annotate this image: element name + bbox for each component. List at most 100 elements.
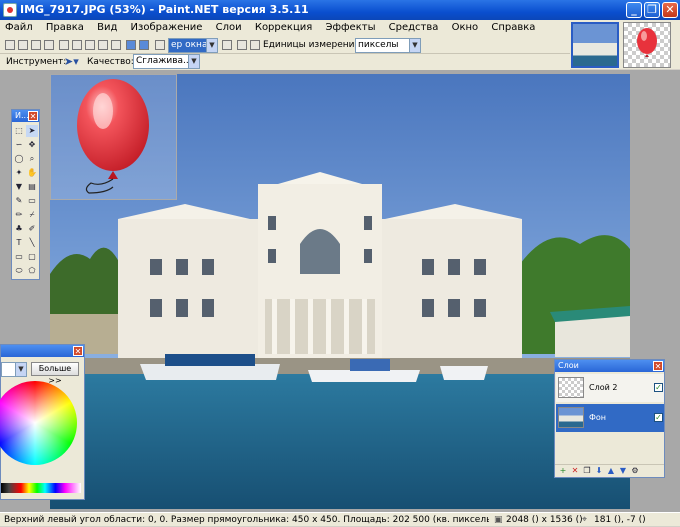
cut-icon[interactable] — [59, 40, 69, 50]
menu-effects[interactable]: Эффекты — [320, 20, 380, 33]
rect-select-icon[interactable]: ⬚ — [13, 125, 25, 137]
status-text: Верхний левый угол области: 0, 0. Размер… — [4, 515, 489, 525]
status-bar: Верхний левый угол области: 0, 0. Размер… — [0, 512, 680, 526]
menu-file[interactable]: Файл — [0, 20, 38, 33]
move-icon[interactable]: ✥ — [26, 139, 38, 151]
thumbnail-photo[interactable] — [571, 22, 619, 68]
close-icon[interactable]: ✕ — [73, 346, 83, 356]
menu-image[interactable]: Изображение — [126, 20, 208, 33]
menu-adjustments[interactable]: Коррекция — [250, 20, 317, 33]
units-label: Единицы измерения: — [263, 40, 363, 50]
layers-panel: Слои ✕ Слой 2 ✓ Фон ✓ + ✕ ❐ ⬇ ▲ ▼ ⚙ — [554, 359, 665, 478]
restore-button[interactable]: ❐ — [644, 2, 660, 18]
units-combo[interactable]: пикселы ▼ — [355, 38, 421, 53]
cursor-tool-icon[interactable]: ➤▾ — [64, 55, 79, 68]
colors-panel-header[interactable]: ✕ — [1, 345, 84, 357]
chevron-down-icon[interactable]: ▼ — [206, 39, 217, 52]
merge-down-icon[interactable]: ⬇ — [593, 465, 605, 477]
copy-icon[interactable] — [72, 40, 82, 50]
chevron-down-icon[interactable]: ▼ — [409, 39, 420, 52]
zoom-in-icon[interactable] — [222, 40, 232, 50]
close-icon[interactable]: ✕ — [28, 111, 38, 121]
open-icon[interactable] — [18, 40, 28, 50]
crop-icon[interactable] — [98, 40, 108, 50]
main-toolbar: ер окна ▼ Единицы измерения: пикселы ▼ — [0, 37, 570, 54]
magic-wand-icon[interactable]: ✦ — [13, 167, 25, 179]
layer-visibility-checkbox[interactable]: ✓ — [654, 383, 663, 392]
gradient-icon[interactable]: ▤ — [26, 181, 38, 193]
menu-view[interactable]: Вид — [92, 20, 122, 33]
rulers-icon[interactable] — [250, 40, 260, 50]
palette-strip[interactable] — [1, 483, 81, 493]
quality-combo[interactable]: Сглажива... ▼ — [133, 54, 200, 69]
save-icon[interactable] — [31, 40, 41, 50]
clone-stamp-icon[interactable]: ♣ — [13, 223, 25, 235]
text-icon[interactable]: T — [13, 237, 25, 249]
tools-panel-header[interactable]: И... ✕ — [12, 110, 39, 122]
units-value: пикселы — [358, 40, 399, 50]
new-icon[interactable] — [5, 40, 15, 50]
layers-panel-title: Слои — [558, 361, 579, 370]
zoom-tool-icon[interactable]: ⌕ — [26, 153, 38, 165]
app-icon[interactable] — [3, 3, 17, 17]
paste-icon[interactable] — [85, 40, 95, 50]
color-picker-icon[interactable]: ⌿ — [26, 209, 38, 221]
add-layer-icon[interactable]: + — [557, 465, 569, 477]
menu-layers[interactable]: Слои — [211, 20, 247, 33]
tools-panel: И... ✕ ⬚ ➤ ∽ ✥ ◯ ⌕ ✦ ✋ ▼ ▤ ✎ ▭ ✏ ⌿ ♣ ✐ T… — [11, 109, 40, 280]
paintbrush-icon[interactable]: ✎ — [13, 195, 25, 207]
zoom-value: ер окна — [171, 40, 208, 50]
colors-panel: ✕ ▼ Больше >> — [0, 344, 85, 500]
menu-edit[interactable]: Правка — [41, 20, 89, 33]
close-button[interactable]: ✕ — [662, 2, 678, 18]
line-icon[interactable]: ╲ — [26, 237, 38, 249]
zoom-combo[interactable]: ер окна ▼ — [168, 38, 218, 53]
layer-name: Слой 2 — [589, 383, 618, 392]
rounded-rect-icon[interactable]: ▢ — [26, 251, 38, 263]
close-icon[interactable]: ✕ — [653, 361, 663, 371]
window-title: IMG_7917.JPG (53%) - Paint.NET версия 3.… — [20, 3, 309, 16]
layer-visibility-checkbox[interactable]: ✓ — [654, 413, 663, 422]
rectangle-icon[interactable]: ▭ — [13, 251, 25, 263]
eraser-icon[interactable]: ▭ — [26, 195, 38, 207]
move-selection-icon[interactable]: ➤ — [26, 125, 38, 137]
quality-value: Сглажива... — [136, 56, 192, 66]
pan-icon[interactable]: ✋ — [26, 167, 38, 179]
grid-icon[interactable] — [237, 40, 247, 50]
paint-bucket-icon[interactable]: ▼ — [13, 181, 25, 193]
color-wheel[interactable] — [0, 381, 77, 465]
layer-properties-icon[interactable]: ⚙ — [629, 465, 641, 477]
move-down-icon[interactable]: ▼ — [617, 465, 629, 477]
more-button[interactable]: Больше >> — [31, 362, 79, 385]
minimize-button[interactable]: _ — [626, 2, 642, 18]
lasso-icon[interactable]: ∽ — [13, 139, 25, 151]
freeform-shape-icon[interactable]: ⬠ — [26, 265, 38, 277]
layers-panel-header[interactable]: Слои ✕ — [555, 360, 664, 372]
menu-utilities[interactable]: Средства — [384, 20, 444, 33]
image-size: 2048 () x 1536 () — [506, 515, 583, 525]
redo-icon[interactable] — [139, 40, 149, 50]
menu-window[interactable]: Окно — [447, 20, 484, 33]
duplicate-layer-icon[interactable]: ❐ — [581, 465, 593, 477]
deselect-icon[interactable] — [111, 40, 121, 50]
ellipse-select-icon[interactable]: ◯ — [13, 153, 25, 165]
chevron-down-icon[interactable]: ▼ — [15, 363, 26, 376]
delete-layer-icon[interactable]: ✕ — [569, 465, 581, 477]
chevron-down-icon[interactable]: ▼ — [188, 55, 199, 68]
menu-bar: Файл Правка Вид Изображение Слои Коррекц… — [0, 20, 570, 37]
thumbnail-balloon[interactable] — [623, 22, 671, 68]
zoom-icon[interactable] — [155, 40, 165, 50]
cursor-position-icon: ⌖ — [582, 515, 588, 525]
move-up-icon[interactable]: ▲ — [605, 465, 617, 477]
recolor-icon[interactable]: ✐ — [26, 223, 38, 235]
ellipse-icon[interactable]: ⬭ — [13, 265, 25, 277]
layer-row[interactable]: Фон ✓ — [556, 404, 664, 432]
layer-row[interactable]: Слой 2 ✓ — [556, 374, 664, 402]
print-icon[interactable] — [44, 40, 54, 50]
palette-combo[interactable]: ▼ — [1, 362, 27, 377]
selection-rectangle[interactable] — [50, 74, 177, 200]
tool-label: Инструмент: — [6, 57, 67, 67]
pencil-icon[interactable]: ✏ — [13, 209, 25, 221]
menu-help[interactable]: Справка — [486, 20, 540, 33]
undo-icon[interactable] — [126, 40, 136, 50]
